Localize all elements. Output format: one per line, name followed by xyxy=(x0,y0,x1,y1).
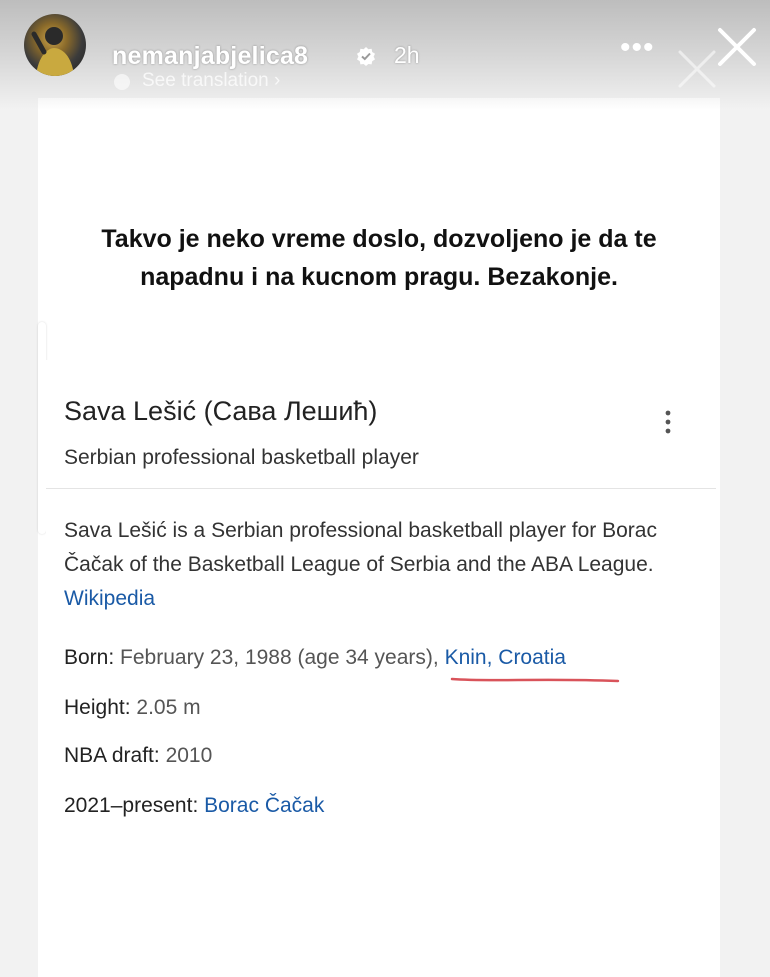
knowledge-card: Sava Lešić (Сава Лешић) Serbian professi… xyxy=(46,360,716,977)
see-translation-link[interactable]: See translation › xyxy=(142,70,280,92)
fact-height: Height: 2.05 m xyxy=(64,696,201,720)
card-divider xyxy=(46,488,716,489)
translation-icon xyxy=(114,74,130,90)
verified-badge-icon xyxy=(357,47,375,66)
red-underline-annotation xyxy=(450,677,620,683)
fact-nba-draft: NBA draft: 2010 xyxy=(64,744,212,768)
draft-value: 2010 xyxy=(165,744,213,767)
story-header: nemanjabjelica8 2h See translation › ••• xyxy=(24,14,756,91)
scroll-indicator xyxy=(38,322,46,534)
story-time: 2h xyxy=(394,42,420,68)
story-view: Takvo je neko vreme doslo, dozvoljeno je… xyxy=(0,0,770,977)
story-caption: Takvo je neko vreme doslo, dozvoljeno je… xyxy=(101,225,657,291)
close-icon[interactable] xyxy=(712,22,762,72)
more-options-button[interactable]: ••• xyxy=(620,33,655,63)
born-value: February 23, 1988 (age 34 years), xyxy=(120,646,439,669)
fact-team: 2021–present: Borac Čačak xyxy=(64,794,324,818)
team-link[interactable]: Borac Čačak xyxy=(204,794,324,817)
height-value: 2.05 m xyxy=(136,696,201,719)
height-label: Height: xyxy=(64,696,131,719)
card-description: Sava Lešić is a Serbian professional bas… xyxy=(64,514,704,616)
story-username[interactable]: nemanjabjelica8 xyxy=(112,42,308,71)
description-text: Sava Lešić is a Serbian professional bas… xyxy=(64,519,657,576)
avatar[interactable] xyxy=(24,14,86,76)
kebab-menu-icon[interactable] xyxy=(658,408,678,436)
avatar-person-icon xyxy=(31,27,74,76)
draft-label: NBA draft: xyxy=(64,744,160,767)
card-subtitle: Serbian professional basketball player xyxy=(64,446,419,469)
fact-born: Born: February 23, 1988 (age 34 years), … xyxy=(64,646,566,670)
card-title: Sava Lešić (Сава Лешић) xyxy=(64,396,378,426)
born-place-link[interactable]: Knin, Croatia xyxy=(445,646,566,669)
born-label: Born: xyxy=(64,646,115,669)
team-label: 2021–present: xyxy=(64,794,199,817)
wikipedia-link[interactable]: Wikipedia xyxy=(64,587,155,610)
